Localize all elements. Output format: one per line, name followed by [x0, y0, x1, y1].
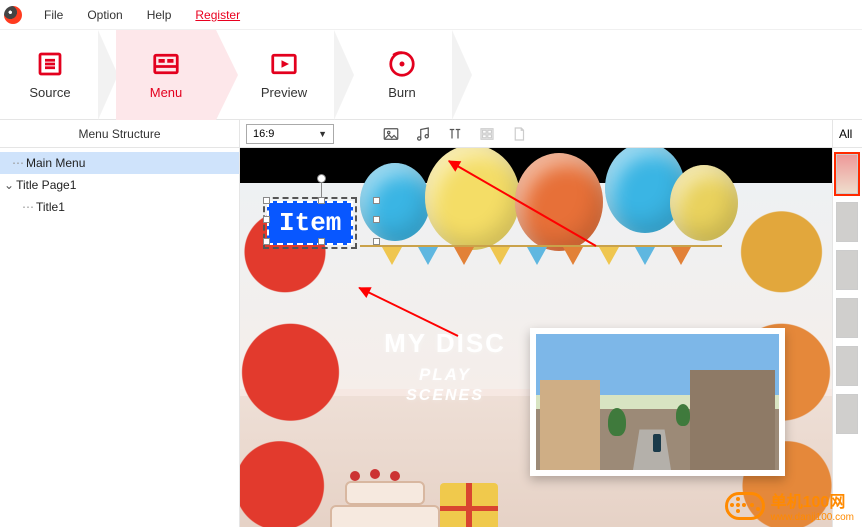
resize-handle-sw[interactable]	[263, 238, 270, 245]
gift-graphic-icon	[440, 483, 498, 527]
step-label: Burn	[388, 85, 415, 100]
grid-icon	[478, 125, 496, 143]
insert-text-button[interactable]	[440, 121, 470, 147]
aspect-value: 16:9	[253, 128, 274, 140]
tree-title1[interactable]: ⋯Title1	[0, 196, 239, 218]
resize-handle-w[interactable]	[263, 216, 270, 223]
menu-tree: ⋯Main Menu ⌄ Title Page1 ⋯Title1	[0, 148, 239, 222]
source-icon	[35, 49, 65, 79]
resize-handle-se[interactable]	[373, 238, 380, 245]
tree-main-menu[interactable]: ⋯Main Menu	[0, 152, 239, 174]
gamepad-icon	[725, 492, 765, 520]
preview-icon	[269, 49, 299, 79]
template-thumb[interactable]	[836, 346, 858, 386]
resize-handle-ne[interactable]	[373, 197, 380, 204]
menu-template-icon	[151, 49, 181, 79]
step-burn[interactable]: Burn	[352, 30, 452, 120]
watermark: 单机100网 www.danji100.com	[725, 488, 854, 523]
template-list[interactable]	[833, 148, 862, 527]
template-thumb[interactable]	[836, 202, 858, 242]
template-thumb[interactable]	[836, 298, 858, 338]
music-note-icon	[414, 125, 432, 143]
step-source[interactable]: Source	[0, 30, 100, 120]
menu-structure-header: Menu Structure	[0, 120, 239, 148]
menu-help[interactable]: Help	[135, 0, 184, 30]
page-icon	[510, 125, 528, 143]
tree-label: Title1	[36, 200, 65, 214]
step-label: Preview	[261, 85, 307, 100]
app-logo-icon	[4, 6, 22, 24]
tree-label: Title Page1	[16, 178, 76, 192]
tree-collapse-icon[interactable]: ⌄	[4, 176, 13, 194]
menu-structure-pane: Menu Structure ⋯Main Menu ⌄ Title Page1 …	[0, 120, 240, 527]
insert-file-button	[504, 121, 534, 147]
template-thumb[interactable]	[836, 394, 858, 434]
dropdown-arrow-icon: ▼	[318, 129, 327, 139]
template-strip: All	[832, 120, 862, 527]
tree-branch-icon: ⋯	[12, 156, 24, 170]
tree-branch-icon: ⋯	[22, 200, 34, 214]
watermark-url: www.danji100.com	[771, 512, 854, 523]
menu-register[interactable]: Register	[183, 0, 252, 30]
step-bar: Source Menu Preview Burn	[0, 30, 862, 120]
aspect-ratio-select[interactable]: 16:9 ▼	[246, 124, 334, 144]
rotation-handle[interactable]	[317, 174, 326, 183]
text-item-selected[interactable]: Item	[267, 201, 353, 245]
resize-handle-s[interactable]	[318, 238, 325, 245]
step-preview[interactable]: Preview	[234, 30, 334, 120]
template-thumb[interactable]	[836, 154, 858, 194]
tree-label: Main Menu	[26, 156, 85, 170]
menu-canvas[interactable]: MY DISC PLAY SCENES Item	[240, 148, 832, 527]
tree-title-page[interactable]: ⌄ Title Page1	[0, 174, 239, 196]
editor-pane: 16:9 ▼	[240, 120, 832, 527]
resize-handle-n[interactable]	[318, 197, 325, 204]
disc-title-text: MY DISC	[330, 328, 560, 359]
burn-disc-icon	[387, 49, 417, 79]
watermark-title: 单机100网	[771, 488, 854, 512]
template-thumb[interactable]	[836, 250, 858, 290]
resize-handle-nw[interactable]	[263, 197, 270, 204]
insert-music-button[interactable]	[408, 121, 438, 147]
resize-handle-e[interactable]	[373, 216, 380, 223]
canvas-toolbar: 16:9 ▼	[240, 120, 832, 148]
menu-titles[interactable]: MY DISC PLAY SCENES	[330, 328, 560, 405]
cake-graphic-icon	[320, 453, 450, 527]
menu-option[interactable]: Option	[75, 0, 134, 30]
template-filter-select[interactable]: All	[833, 120, 862, 148]
menubar: File Option Help Register	[0, 0, 862, 30]
text-icon	[446, 125, 464, 143]
step-menu[interactable]: Menu	[116, 30, 216, 120]
menu-file[interactable]: File	[32, 0, 75, 30]
image-icon	[382, 125, 400, 143]
insert-chapter-button	[472, 121, 502, 147]
disc-play-text: PLAY	[330, 365, 560, 385]
disc-scenes-text: SCENES	[330, 387, 560, 405]
step-label: Source	[29, 85, 70, 100]
step-label: Menu	[150, 85, 183, 100]
chapter-thumbnail[interactable]	[530, 328, 785, 476]
insert-image-button[interactable]	[376, 121, 406, 147]
